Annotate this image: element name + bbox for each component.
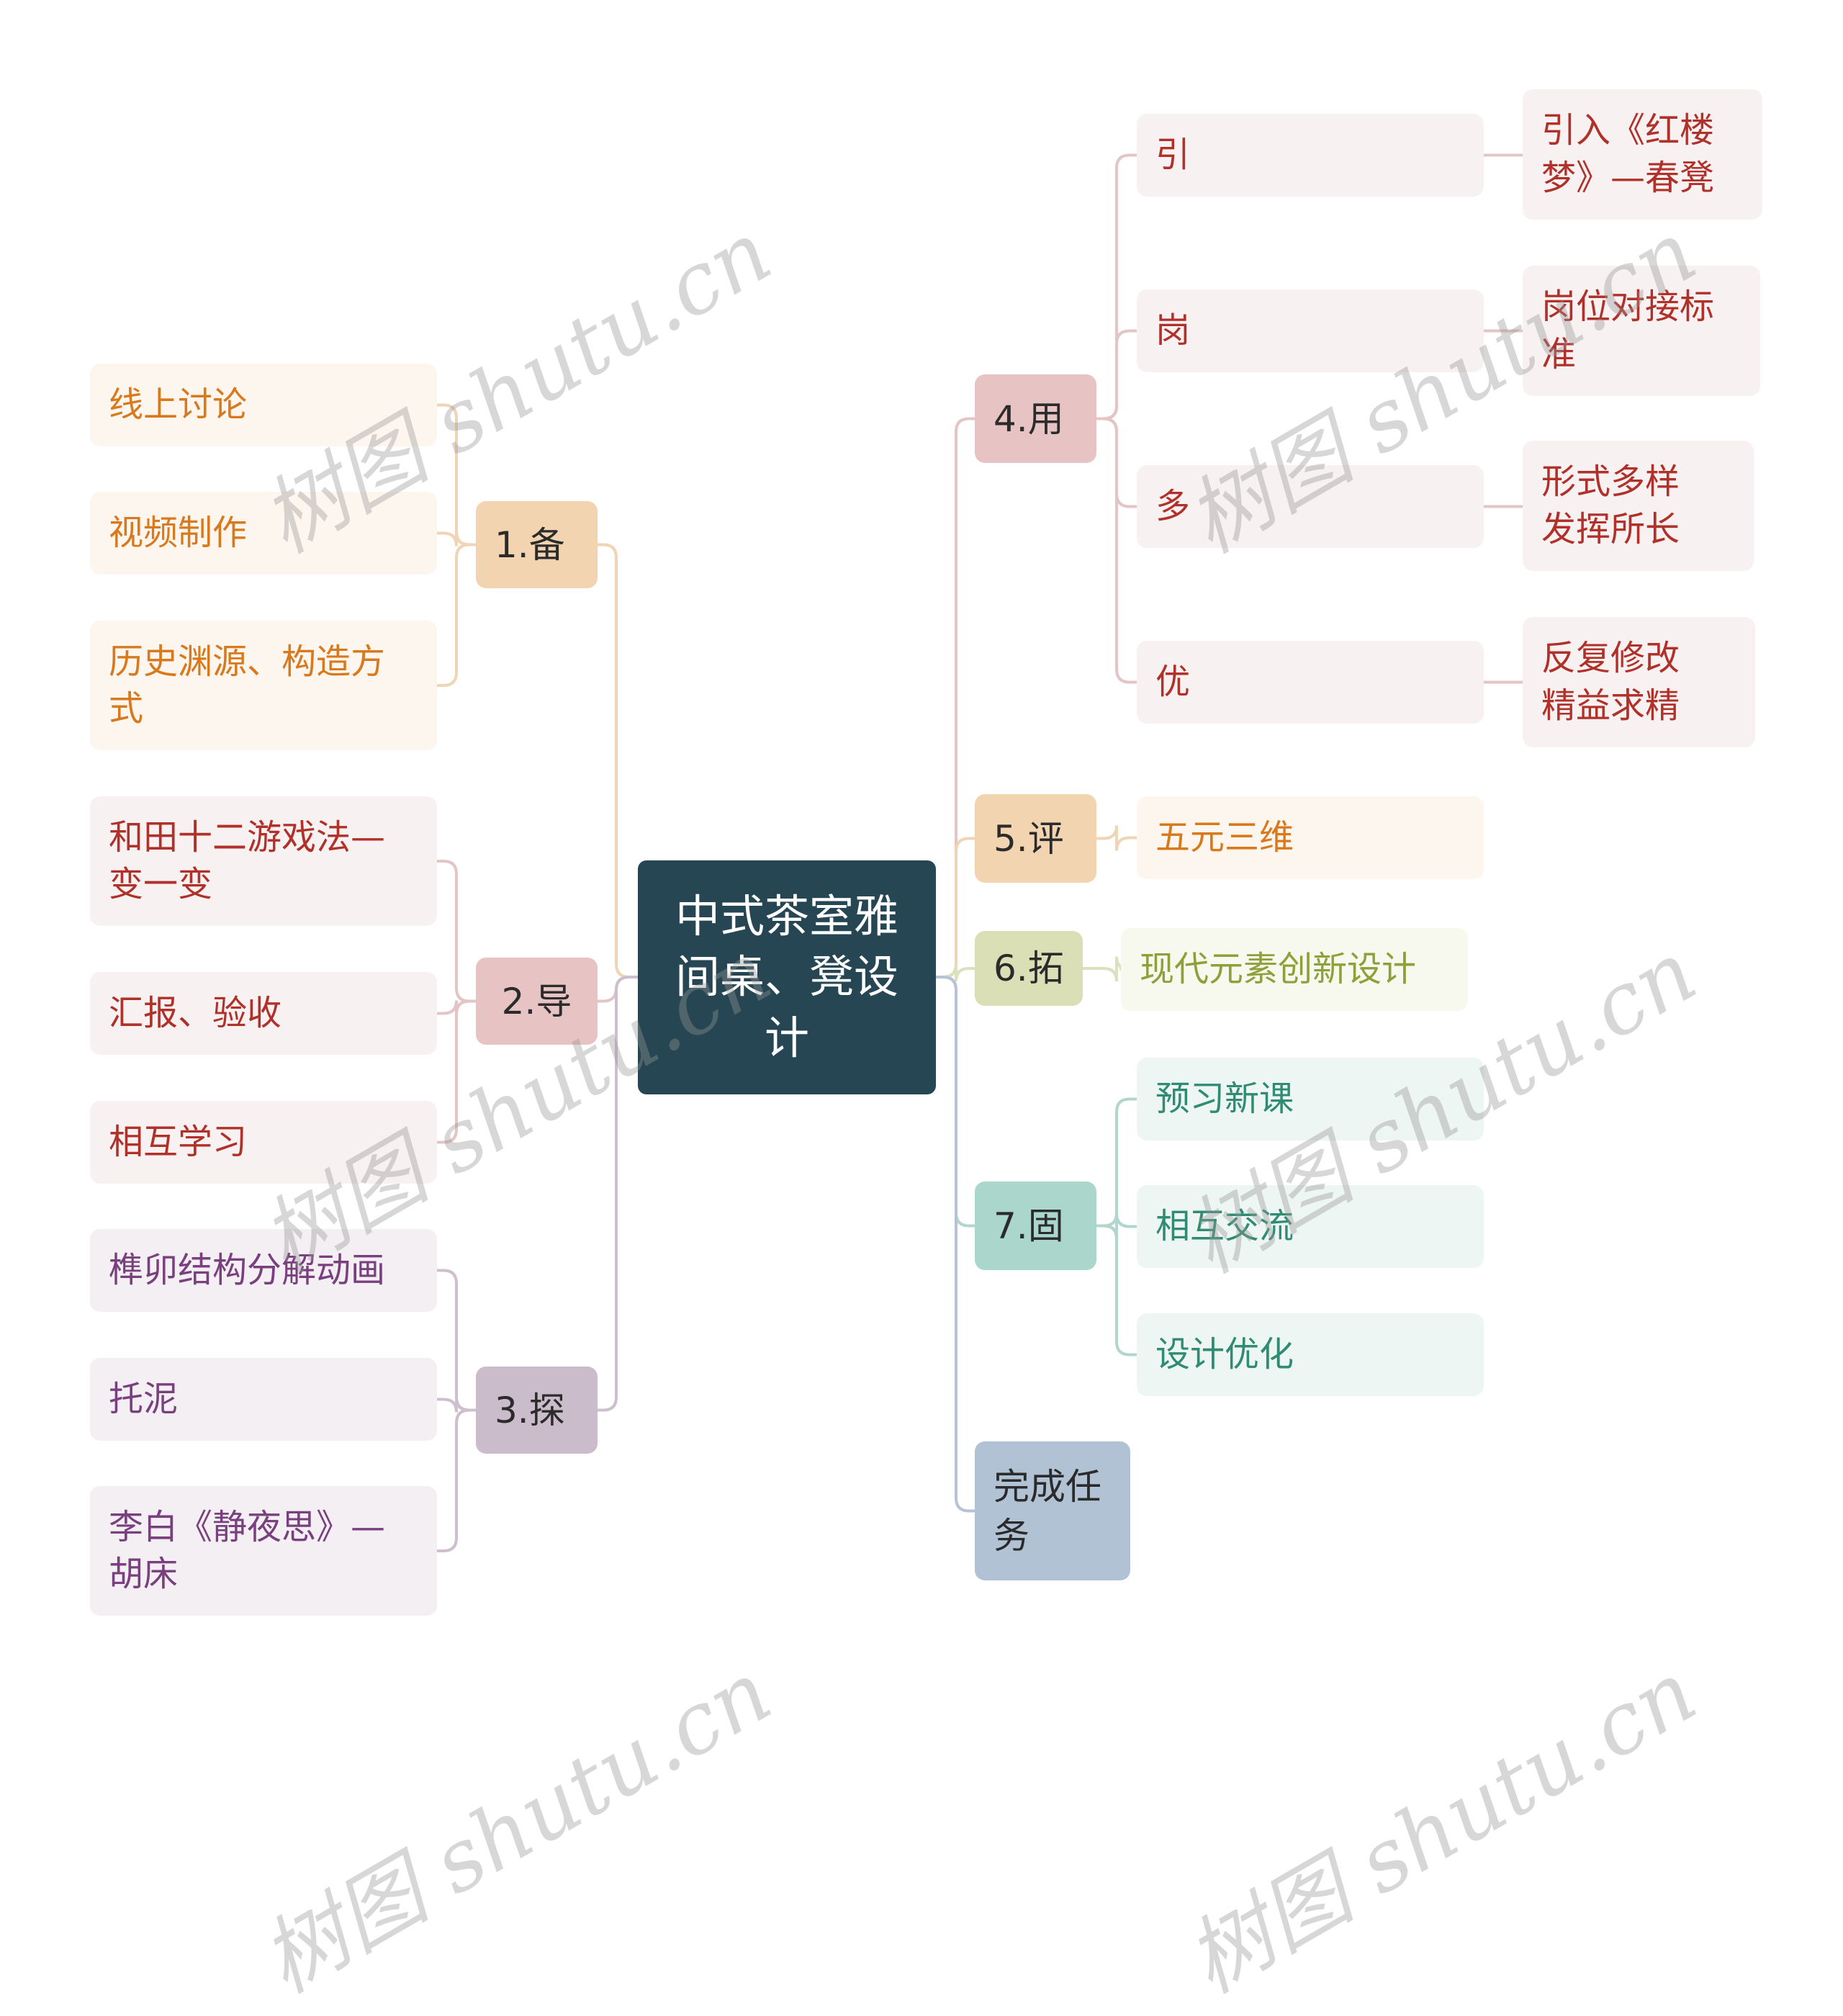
detail-label: 岗位对接标 准 (1541, 287, 1715, 374)
leaf-label: 和田十二游戏法— 变一变 (109, 816, 386, 904)
leaf-label: 预习新课 (1155, 1078, 1294, 1119)
connector-root-b1 (596, 543, 639, 978)
branch-4-subtopic[interactable]: 引 (1137, 114, 1484, 197)
branch-5-topic[interactable]: 5.评 (975, 794, 1096, 883)
connector-b5-child (1095, 825, 1138, 851)
branch-2-topic[interactable]: 2.导 (476, 958, 598, 1045)
branch-4-subtopic[interactable]: 优 (1137, 641, 1484, 724)
branch-7-label: 7.固 (993, 1205, 1064, 1247)
branch-1-topic[interactable]: 1.备 (476, 501, 598, 588)
branch-5-label: 5.评 (993, 817, 1064, 860)
branch-7-topic[interactable]: 7.固 (975, 1182, 1096, 1270)
detail-label: 引入《红楼 梦》—春凳 (1541, 110, 1715, 198)
leaf-label: 五元三维 (1155, 816, 1294, 858)
connector-b4-child (1095, 417, 1138, 684)
branch-6-leaf[interactable]: 现代元素创新设计 (1121, 928, 1468, 1011)
connector-b1-leaf (436, 543, 477, 687)
branch-2-leaf[interactable]: 相互学习 (90, 1101, 437, 1184)
branch-4-detail[interactable]: 形式多样 发挥所长 (1523, 441, 1754, 571)
detail-label: 反复修改 精益求精 (1541, 638, 1680, 726)
leaf-label: 现代元素创新设计 (1140, 948, 1417, 989)
connector-b3-leaf (436, 1408, 477, 1552)
leaf-label: 相互交流 (1155, 1205, 1294, 1246)
branch-8-label: 完成任 务 (993, 1465, 1101, 1557)
branch-4-topic[interactable]: 4.用 (975, 374, 1096, 463)
branch-4-detail[interactable]: 岗位对接标 准 (1523, 266, 1760, 396)
connector-b2-leaf (436, 999, 477, 1144)
branch-complete-task-topic[interactable]: 完成任 务 (975, 1441, 1130, 1580)
branch-3-leaf[interactable]: 李白《静夜思》— 胡床 (90, 1486, 437, 1616)
branch-7-leaf[interactable]: 相互交流 (1137, 1185, 1484, 1268)
connector-root-b6 (934, 963, 976, 982)
leaf-label: 榫卯结构分解动画 (109, 1249, 386, 1290)
connector-b1-leaf (436, 403, 477, 546)
subtopic-label: 岗 (1155, 310, 1191, 351)
branch-1-leaf[interactable]: 线上讨论 (90, 364, 437, 446)
branch-2-leaf[interactable]: 和田十二游戏法— 变一变 (90, 796, 437, 926)
leaf-label: 线上讨论 (109, 384, 248, 425)
connector-root-b3 (596, 976, 639, 1412)
subtopic-label: 优 (1155, 661, 1191, 702)
leaf-label: 李白《静夜思》— 胡床 (109, 1506, 386, 1594)
connector-b7-child (1095, 1224, 1138, 1356)
connector-b4-child (1095, 329, 1138, 420)
root-topic[interactable]: 中式茶室雅 间桌、凳设 计 (638, 860, 936, 1094)
connector-b7-child (1095, 1097, 1138, 1228)
connector-root-b5 (934, 837, 976, 978)
leaf-label: 设计优化 (1155, 1333, 1294, 1374)
branch-4-detail[interactable]: 反复修改 精益求精 (1523, 617, 1755, 747)
detail-label: 形式多样 发挥所长 (1541, 462, 1680, 549)
subtopic-label: 引 (1155, 134, 1191, 175)
branch-2-leaf[interactable]: 汇报、验收 (90, 972, 437, 1055)
branch-5-leaf[interactable]: 五元三维 (1137, 796, 1484, 879)
connector-b2-leaf (436, 860, 477, 1003)
connector-root-b8 (934, 976, 976, 1513)
connector-b3-leaf (436, 1269, 477, 1412)
branch-4-subtopic[interactable]: 岗 (1137, 289, 1484, 372)
branch-1-label: 1.备 (495, 523, 565, 566)
branch-3-leaf[interactable]: 榫卯结构分解动画 (90, 1229, 437, 1312)
branch-1-leaf[interactable]: 历史渊源、构造方 式 (90, 621, 437, 750)
branch-3-topic[interactable]: 3.探 (476, 1367, 598, 1454)
leaf-label: 历史渊源、构造方 式 (109, 641, 386, 729)
branch-4-subtopic[interactable]: 多 (1137, 465, 1484, 548)
branch-7-leaf[interactable]: 预习新课 (1137, 1058, 1484, 1140)
subtopic-label: 多 (1155, 485, 1191, 526)
branch-6-label: 6.拓 (993, 948, 1064, 989)
branch-4-detail[interactable]: 引入《红楼 梦》—春凳 (1523, 89, 1762, 220)
branch-3-label: 3.探 (495, 1389, 565, 1431)
leaf-label: 视频制作 (109, 512, 248, 553)
leaf-label: 相互学习 (109, 1121, 248, 1162)
leaf-label: 托泥 (109, 1378, 179, 1419)
branch-3-leaf[interactable]: 托泥 (90, 1358, 437, 1441)
mind-map-canvas: 中式茶室雅 间桌、凳设 计 1.备 线上讨论 视频制作 历史渊源、构造方 式 2… (0, 0, 1843, 2012)
branch-6-topic[interactable]: 6.拓 (975, 931, 1083, 1006)
leaf-label: 汇报、验收 (109, 992, 282, 1033)
branch-2-label: 2.导 (501, 980, 572, 1022)
branch-1-leaf[interactable]: 视频制作 (90, 492, 437, 575)
root-topic-label: 中式茶室雅 间桌、凳设 计 (675, 890, 898, 1064)
branch-7-leaf[interactable]: 设计优化 (1137, 1313, 1484, 1396)
branch-4-label: 4.用 (993, 397, 1064, 440)
